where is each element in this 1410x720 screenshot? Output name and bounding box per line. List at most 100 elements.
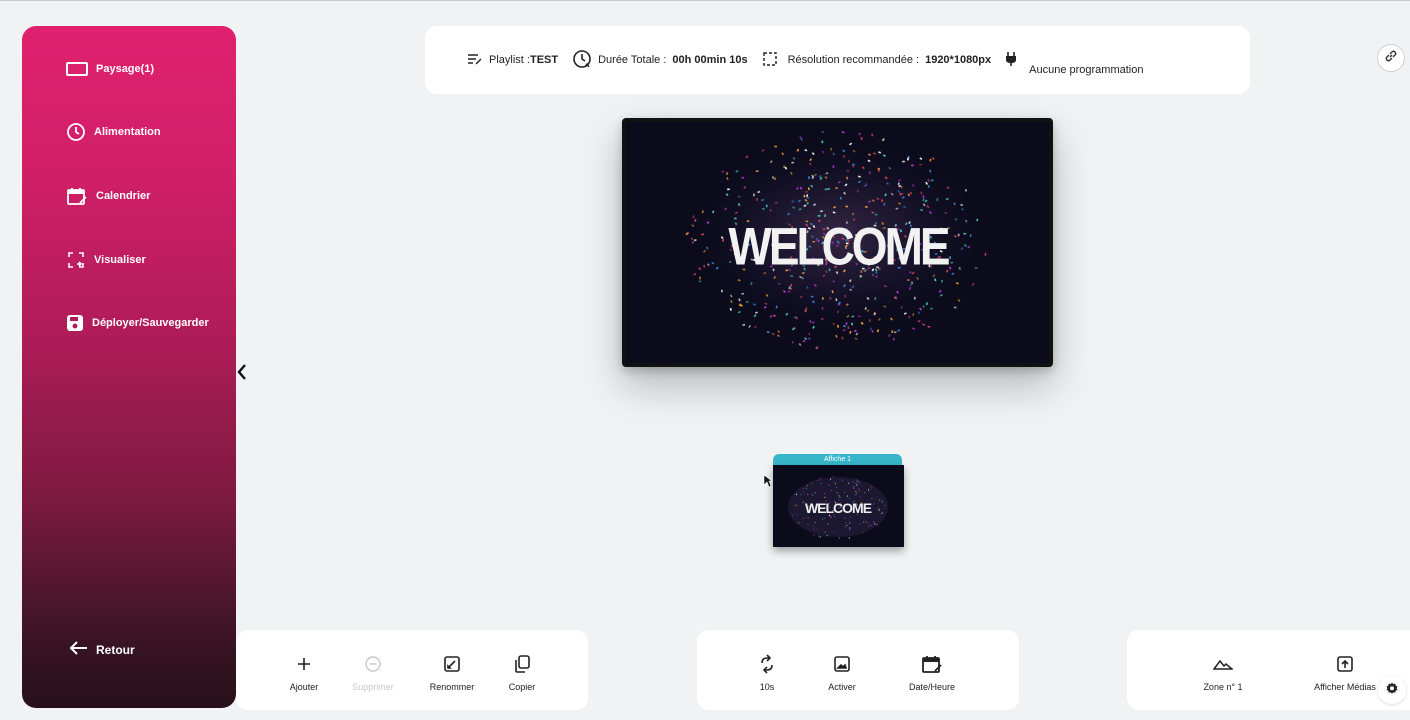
show-media-button[interactable]: Afficher Médias bbox=[1305, 652, 1385, 692]
confetti-particle bbox=[824, 188, 828, 191]
loop-icon bbox=[759, 652, 775, 676]
confetti-particle bbox=[927, 185, 930, 188]
confetti-particle bbox=[753, 193, 755, 197]
confetti-particle bbox=[900, 306, 903, 309]
collapse-sidebar-button[interactable] bbox=[236, 363, 248, 381]
sidebar-item-alimentation[interactable]: Alimentation bbox=[66, 122, 161, 142]
rename-label: Renommer bbox=[429, 682, 475, 692]
add-label: Ajouter bbox=[289, 682, 319, 692]
confetti-particle bbox=[930, 307, 933, 310]
back-button[interactable]: Retour bbox=[68, 640, 135, 659]
confetti-particle bbox=[927, 179, 930, 182]
add-button[interactable]: Ajouter bbox=[274, 652, 334, 692]
confetti-particle bbox=[808, 332, 811, 336]
confetti-particle bbox=[965, 188, 967, 192]
sidebar-item-deployer[interactable]: Déployer/Sauvegarder bbox=[66, 314, 209, 332]
playlist-name: TEST bbox=[529, 54, 559, 66]
confetti-particle bbox=[906, 279, 910, 281]
copy-label: Copier bbox=[508, 682, 536, 692]
confetti-particle bbox=[756, 198, 758, 201]
confetti-particle bbox=[854, 490, 857, 492]
slide-settings-toolbar: 10s Activer Date/Heure bbox=[697, 630, 1019, 710]
confetti-particle bbox=[823, 517, 825, 519]
copy-button[interactable]: Copier bbox=[492, 652, 552, 692]
confetti-particle bbox=[902, 160, 905, 163]
confetti-particle bbox=[807, 187, 810, 191]
confetti-particle bbox=[721, 289, 723, 293]
confetti-particle bbox=[984, 252, 987, 256]
copy-icon bbox=[513, 652, 531, 676]
confetti-particle bbox=[737, 195, 741, 198]
confetti-particle bbox=[727, 188, 730, 191]
confetti-particle bbox=[874, 213, 878, 216]
confetti-particle bbox=[907, 157, 909, 161]
rename-button[interactable]: Renommer bbox=[422, 652, 482, 692]
confetti-particle bbox=[755, 170, 759, 172]
confetti-particle bbox=[957, 233, 960, 237]
chevron-left-icon bbox=[236, 364, 248, 385]
activate-button[interactable]: Activer bbox=[812, 652, 872, 692]
upload-icon bbox=[1336, 652, 1354, 676]
zone-button[interactable]: Zone n° 1 bbox=[1193, 652, 1253, 692]
sidebar-item-calendrier[interactable]: Calendrier bbox=[66, 186, 150, 206]
confetti-particle bbox=[787, 290, 791, 293]
confetti-particle bbox=[821, 307, 824, 310]
playlist-info-bar: Playlist :TEST Durée Totale : 00h 00min … bbox=[425, 26, 1250, 94]
confetti-particle bbox=[766, 331, 770, 333]
gear-icon bbox=[1385, 681, 1399, 700]
sidebar-item-label: Visualiser bbox=[94, 254, 146, 266]
confetti-particle bbox=[827, 188, 830, 190]
confetti-particle bbox=[847, 326, 850, 329]
confetti-particle bbox=[853, 486, 855, 488]
confetti-particle bbox=[893, 331, 897, 334]
sidebar-item-visualiser[interactable]: Visualiser bbox=[66, 250, 146, 270]
confetti-particle bbox=[919, 163, 922, 166]
confetti-particle bbox=[846, 525, 848, 526]
confetti-particle bbox=[845, 526, 846, 528]
confetti-particle bbox=[802, 502, 804, 504]
settings-button[interactable] bbox=[1378, 676, 1406, 704]
confetti-particle bbox=[963, 232, 967, 235]
slide-tab-label: Affiche 1 bbox=[823, 456, 852, 463]
sidebar-item-label: Déployer/Sauvegarder bbox=[92, 317, 209, 329]
link-icon bbox=[1384, 49, 1398, 68]
confetti-particle bbox=[891, 330, 894, 333]
resolution-label: Résolution recommandée : bbox=[787, 54, 920, 66]
duration-button[interactable]: 10s bbox=[737, 652, 797, 692]
confetti-particle bbox=[693, 239, 697, 242]
sidebar-item-paysage[interactable]: Paysage(1) bbox=[66, 62, 154, 76]
delete-button[interactable]: Supprimer bbox=[343, 652, 403, 692]
duration-value: 00h 00min 10s bbox=[672, 54, 748, 66]
confetti-particle bbox=[808, 337, 811, 340]
confetti-particle bbox=[945, 198, 949, 200]
resolution-value: 1920*1080px bbox=[925, 54, 992, 66]
confetti-particle bbox=[911, 164, 914, 167]
sidebar: Paysage(1) Alimentation Calendrier Visua… bbox=[22, 26, 236, 708]
confetti-particle bbox=[774, 145, 777, 148]
confetti-particle bbox=[701, 233, 704, 236]
confetti-particle bbox=[866, 521, 868, 524]
confetti-particle bbox=[892, 337, 895, 341]
confetti-particle bbox=[871, 330, 874, 333]
confetti-particle bbox=[878, 169, 880, 172]
confetti-particle bbox=[721, 170, 725, 173]
slide-preview: WELCOME bbox=[622, 118, 1053, 367]
confetti-particle bbox=[949, 256, 952, 259]
confetti-particle bbox=[868, 489, 870, 491]
playlist-label: Playlist : bbox=[489, 54, 530, 66]
confetti-particle bbox=[852, 481, 854, 483]
datetime-button[interactable]: Date/Heure bbox=[902, 652, 962, 692]
clock-icon bbox=[572, 49, 592, 72]
playlist-info: Playlist :TEST bbox=[467, 53, 558, 68]
resolution-icon bbox=[762, 51, 778, 70]
mouse-pointer bbox=[763, 474, 773, 493]
schedule-info: Aucune programmation bbox=[1005, 51, 1143, 76]
share-link-button[interactable] bbox=[1377, 44, 1405, 72]
duration-info: Durée Totale : 00h 00min 10s bbox=[572, 49, 748, 72]
fullscreen-icon bbox=[66, 250, 86, 270]
slide-thumbnail[interactable]: WELCOME bbox=[773, 465, 904, 547]
playlist-icon bbox=[467, 53, 483, 68]
screen-landscape-icon bbox=[66, 62, 88, 76]
slide-tab[interactable]: Affiche 1 bbox=[773, 454, 902, 465]
confetti-particle bbox=[772, 176, 774, 179]
